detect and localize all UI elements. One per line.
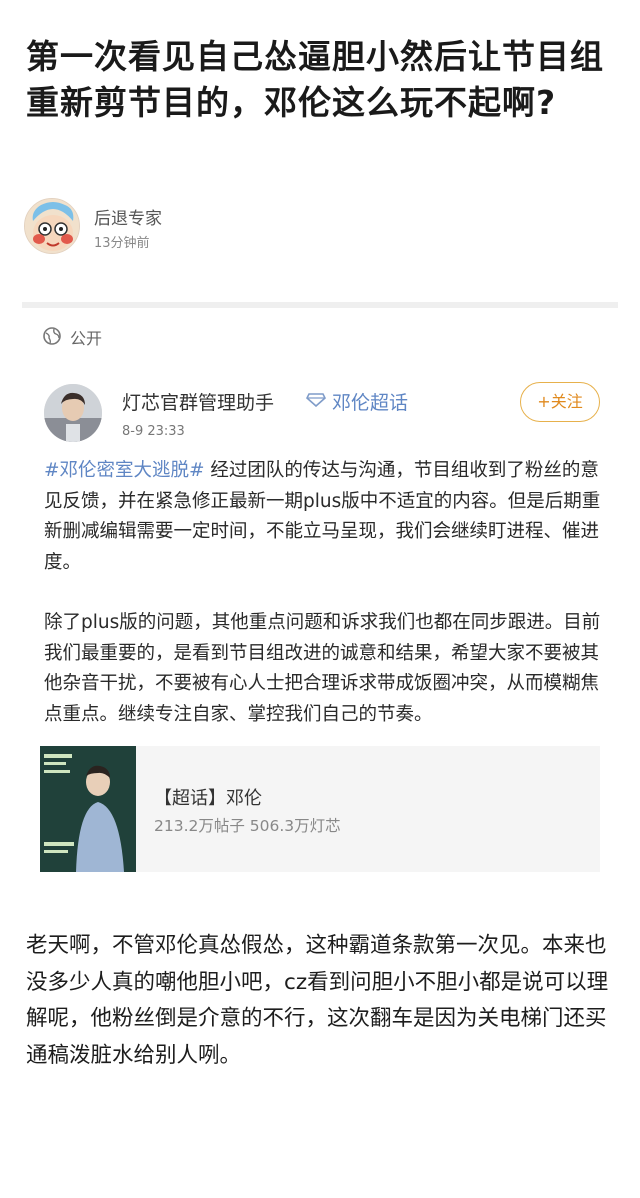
post-paragraph: #邓伦密室大逃脱# 经过团队的传达与沟通，节目组收到了粉丝的意见反馈，并在紧急修… <box>44 456 604 578</box>
card-title: 【超话】邓伦 <box>154 788 262 809</box>
card-thumbnail <box>40 746 136 872</box>
visibility-label: 公开 <box>70 329 103 348</box>
cartoon-face-icon <box>25 199 79 253</box>
article-title: 第一次看见自己怂逼胆小然后让节目组重新剪节目的，邓伦这么玩不起啊? <box>26 37 604 122</box>
author-info: 后退专家 13分钟前 <box>24 196 424 256</box>
post-body: #邓伦密室大逃脱# 经过团队的传达与沟通，节目组收到了粉丝的意见反馈，并在紧急修… <box>44 456 604 760</box>
author-name[interactable]: 后退专家 <box>94 204 162 229</box>
section-divider <box>22 302 618 308</box>
post-user-avatar[interactable] <box>44 384 102 442</box>
author-avatar[interactable] <box>24 198 80 254</box>
user-photo-icon <box>44 384 102 442</box>
post-date: 8-9 23:33 <box>122 424 185 439</box>
topic-link[interactable]: 邓伦超话 <box>332 388 408 415</box>
hashtag-link[interactable]: #邓伦密室大逃脱# <box>44 460 205 481</box>
commentary-text: 老天啊，不管邓伦真怂假怂，这种霸道条款第一次见。本来也没多少人真的嘲他胆小吧，c… <box>26 933 609 1068</box>
post-paragraph: 除了plus版的问题，其他重点问题和诉求我们也都在同步跟进。目前我们最重要的，是… <box>44 612 601 725</box>
follow-button[interactable]: +关注 <box>520 382 600 422</box>
poster-image-icon <box>40 746 136 872</box>
post-time: 13分钟前 <box>94 236 150 251</box>
post-username[interactable]: 灯芯官群管理助手 <box>122 388 274 415</box>
card-stats: 213.2万帖子 506.3万灯芯 <box>154 817 341 835</box>
supertopic-card[interactable]: 【超话】邓伦 213.2万帖子 506.3万灯芯 <box>40 746 600 872</box>
globe-icon <box>43 327 61 345</box>
diamond-icon <box>306 393 326 407</box>
